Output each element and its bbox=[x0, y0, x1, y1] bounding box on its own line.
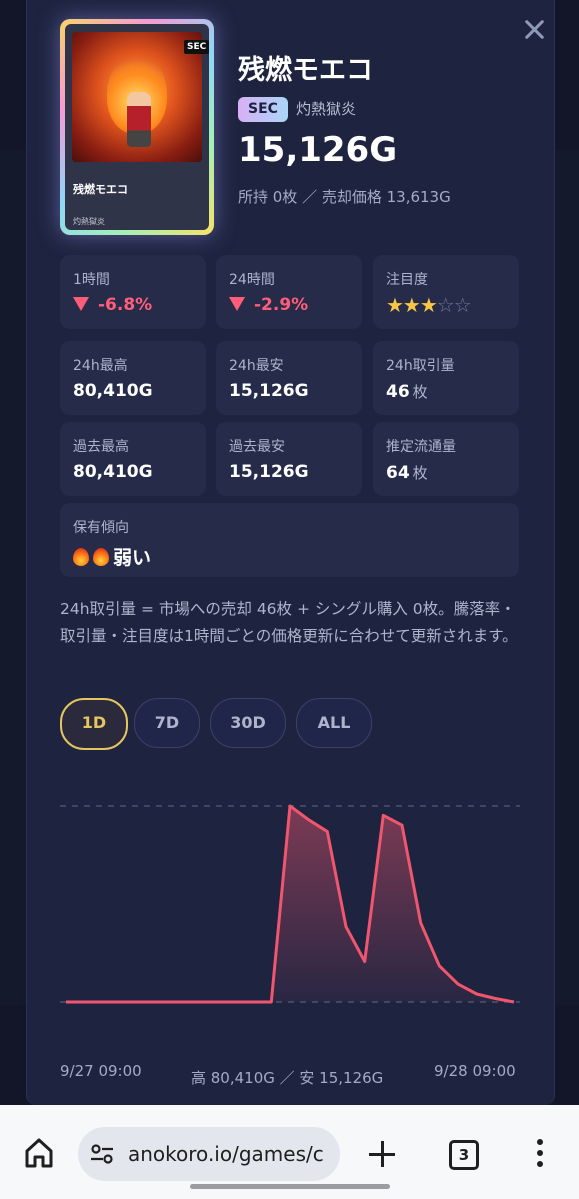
current-price: 15,126G bbox=[238, 130, 398, 170]
star-filled-icon: ★★★ bbox=[386, 293, 438, 317]
stat-label: 24h最安 bbox=[229, 358, 284, 374]
card-image-attribute: 灼熱獄炎 bbox=[73, 217, 105, 226]
down-triangle-icon bbox=[229, 297, 245, 311]
tab-all[interactable]: ALL bbox=[296, 698, 372, 748]
stat-high-24h: 24h最高 80,410G bbox=[60, 341, 206, 415]
stat-label: 24時間 bbox=[229, 272, 275, 288]
circulation-unit: 枚 bbox=[412, 464, 428, 482]
home-icon[interactable] bbox=[24, 1137, 54, 1169]
card-attribute: 灼熱獄炎 bbox=[296, 100, 357, 118]
star-empty-icon: ☆☆ bbox=[436, 293, 472, 317]
holding-tendency: 保有傾向 弱い bbox=[60, 503, 519, 577]
volume-unit: 枚 bbox=[412, 383, 428, 401]
stat-label: 24h取引量 bbox=[386, 358, 455, 374]
fire-icon bbox=[73, 546, 89, 566]
circulation-value: 64 bbox=[386, 463, 410, 483]
stat-value: -2.9% bbox=[229, 295, 308, 315]
more-menu-icon[interactable] bbox=[537, 1139, 543, 1169]
card-image-name: 残燃モエコ bbox=[73, 183, 128, 196]
url-text: anokoro.io/games/c bbox=[128, 1142, 324, 1166]
chart-range-label: 高 80,410G ／ 安 15,126G bbox=[191, 1069, 384, 1087]
rarity-badge: SEC bbox=[238, 97, 288, 122]
stat-value: 46 枚 bbox=[386, 381, 428, 402]
card-image: SEC 残燃モエコ 灼熱獄炎 bbox=[60, 19, 214, 235]
stat-value: 80,410G bbox=[73, 462, 153, 482]
change-24h-value: -2.9% bbox=[254, 295, 309, 315]
fire-icon bbox=[93, 546, 109, 566]
stat-label: 24h最高 bbox=[73, 358, 128, 374]
stat-value: 15,126G bbox=[229, 462, 309, 482]
stat-circulation: 推定流通量 64 枚 bbox=[373, 422, 519, 496]
tab-7d[interactable]: 7D bbox=[134, 698, 200, 748]
stat-label: 過去最高 bbox=[73, 439, 129, 455]
character-art bbox=[127, 92, 151, 147]
stat-value: 15,126G bbox=[229, 381, 309, 401]
stat-value: 64 枚 bbox=[386, 462, 428, 483]
holdings-info: 所持 0枚 ／ 売却価格 13,613G bbox=[238, 188, 451, 206]
tab-switcher-button[interactable]: 3 bbox=[449, 1140, 479, 1170]
stat-all-time-low: 過去最安 15,126G bbox=[216, 422, 362, 496]
stat-value: 80,410G bbox=[73, 381, 153, 401]
new-tab-icon[interactable] bbox=[369, 1141, 395, 1167]
chart-end-time: 9/28 09:00 bbox=[434, 1062, 516, 1080]
change-1h-value: -6.8% bbox=[98, 295, 153, 315]
card-artwork: SEC bbox=[72, 32, 210, 162]
volume-note: 24h取引量 = 市場への売却 46枚 + シングル購入 0枚。騰落率・取引量・… bbox=[60, 600, 518, 645]
tab-30d[interactable]: 30D bbox=[210, 698, 286, 748]
price-chart bbox=[60, 804, 520, 1004]
holding-value-row: 弱い bbox=[73, 543, 151, 570]
stat-low-24h: 24h最安 15,126G bbox=[216, 341, 362, 415]
stat-label: 注目度 bbox=[386, 272, 428, 288]
holding-label: 保有傾向 bbox=[73, 520, 129, 536]
holding-value: 弱い bbox=[113, 547, 152, 569]
star-rating: ★★★☆☆ bbox=[386, 293, 472, 317]
down-triangle-icon bbox=[73, 297, 89, 311]
card-image-inner: SEC 残燃モエコ 灼熱獄炎 bbox=[65, 24, 210, 230]
volume-value: 46 bbox=[386, 382, 410, 402]
site-settings-icon[interactable] bbox=[90, 1144, 114, 1164]
chart-marks bbox=[66, 804, 515, 1004]
stat-label: 1時間 bbox=[73, 272, 110, 288]
chart-start-time: 9/27 09:00 bbox=[60, 1062, 142, 1080]
stat-attention: 注目度 ★★★☆☆ bbox=[373, 255, 519, 329]
tab-1d[interactable]: 1D bbox=[60, 698, 128, 750]
stat-all-time-high: 過去最高 80,410G bbox=[60, 422, 206, 496]
stat-label: 過去最安 bbox=[229, 439, 285, 455]
card-rarity-label: SEC bbox=[184, 40, 210, 54]
stat-volume-24h: 24h取引量 46 枚 bbox=[373, 341, 519, 415]
stat-change-24h: 24時間 -2.9% bbox=[216, 255, 362, 329]
stat-value: -6.8% bbox=[73, 295, 152, 315]
address-bar[interactable]: anokoro.io/games/c bbox=[78, 1127, 340, 1181]
close-icon[interactable] bbox=[523, 18, 545, 40]
gesture-bar bbox=[190, 1184, 390, 1189]
card-title: 残燃モエコ bbox=[238, 55, 373, 86]
stat-change-1h: 1時間 -6.8% bbox=[60, 255, 206, 329]
stat-label: 推定流通量 bbox=[386, 439, 456, 455]
